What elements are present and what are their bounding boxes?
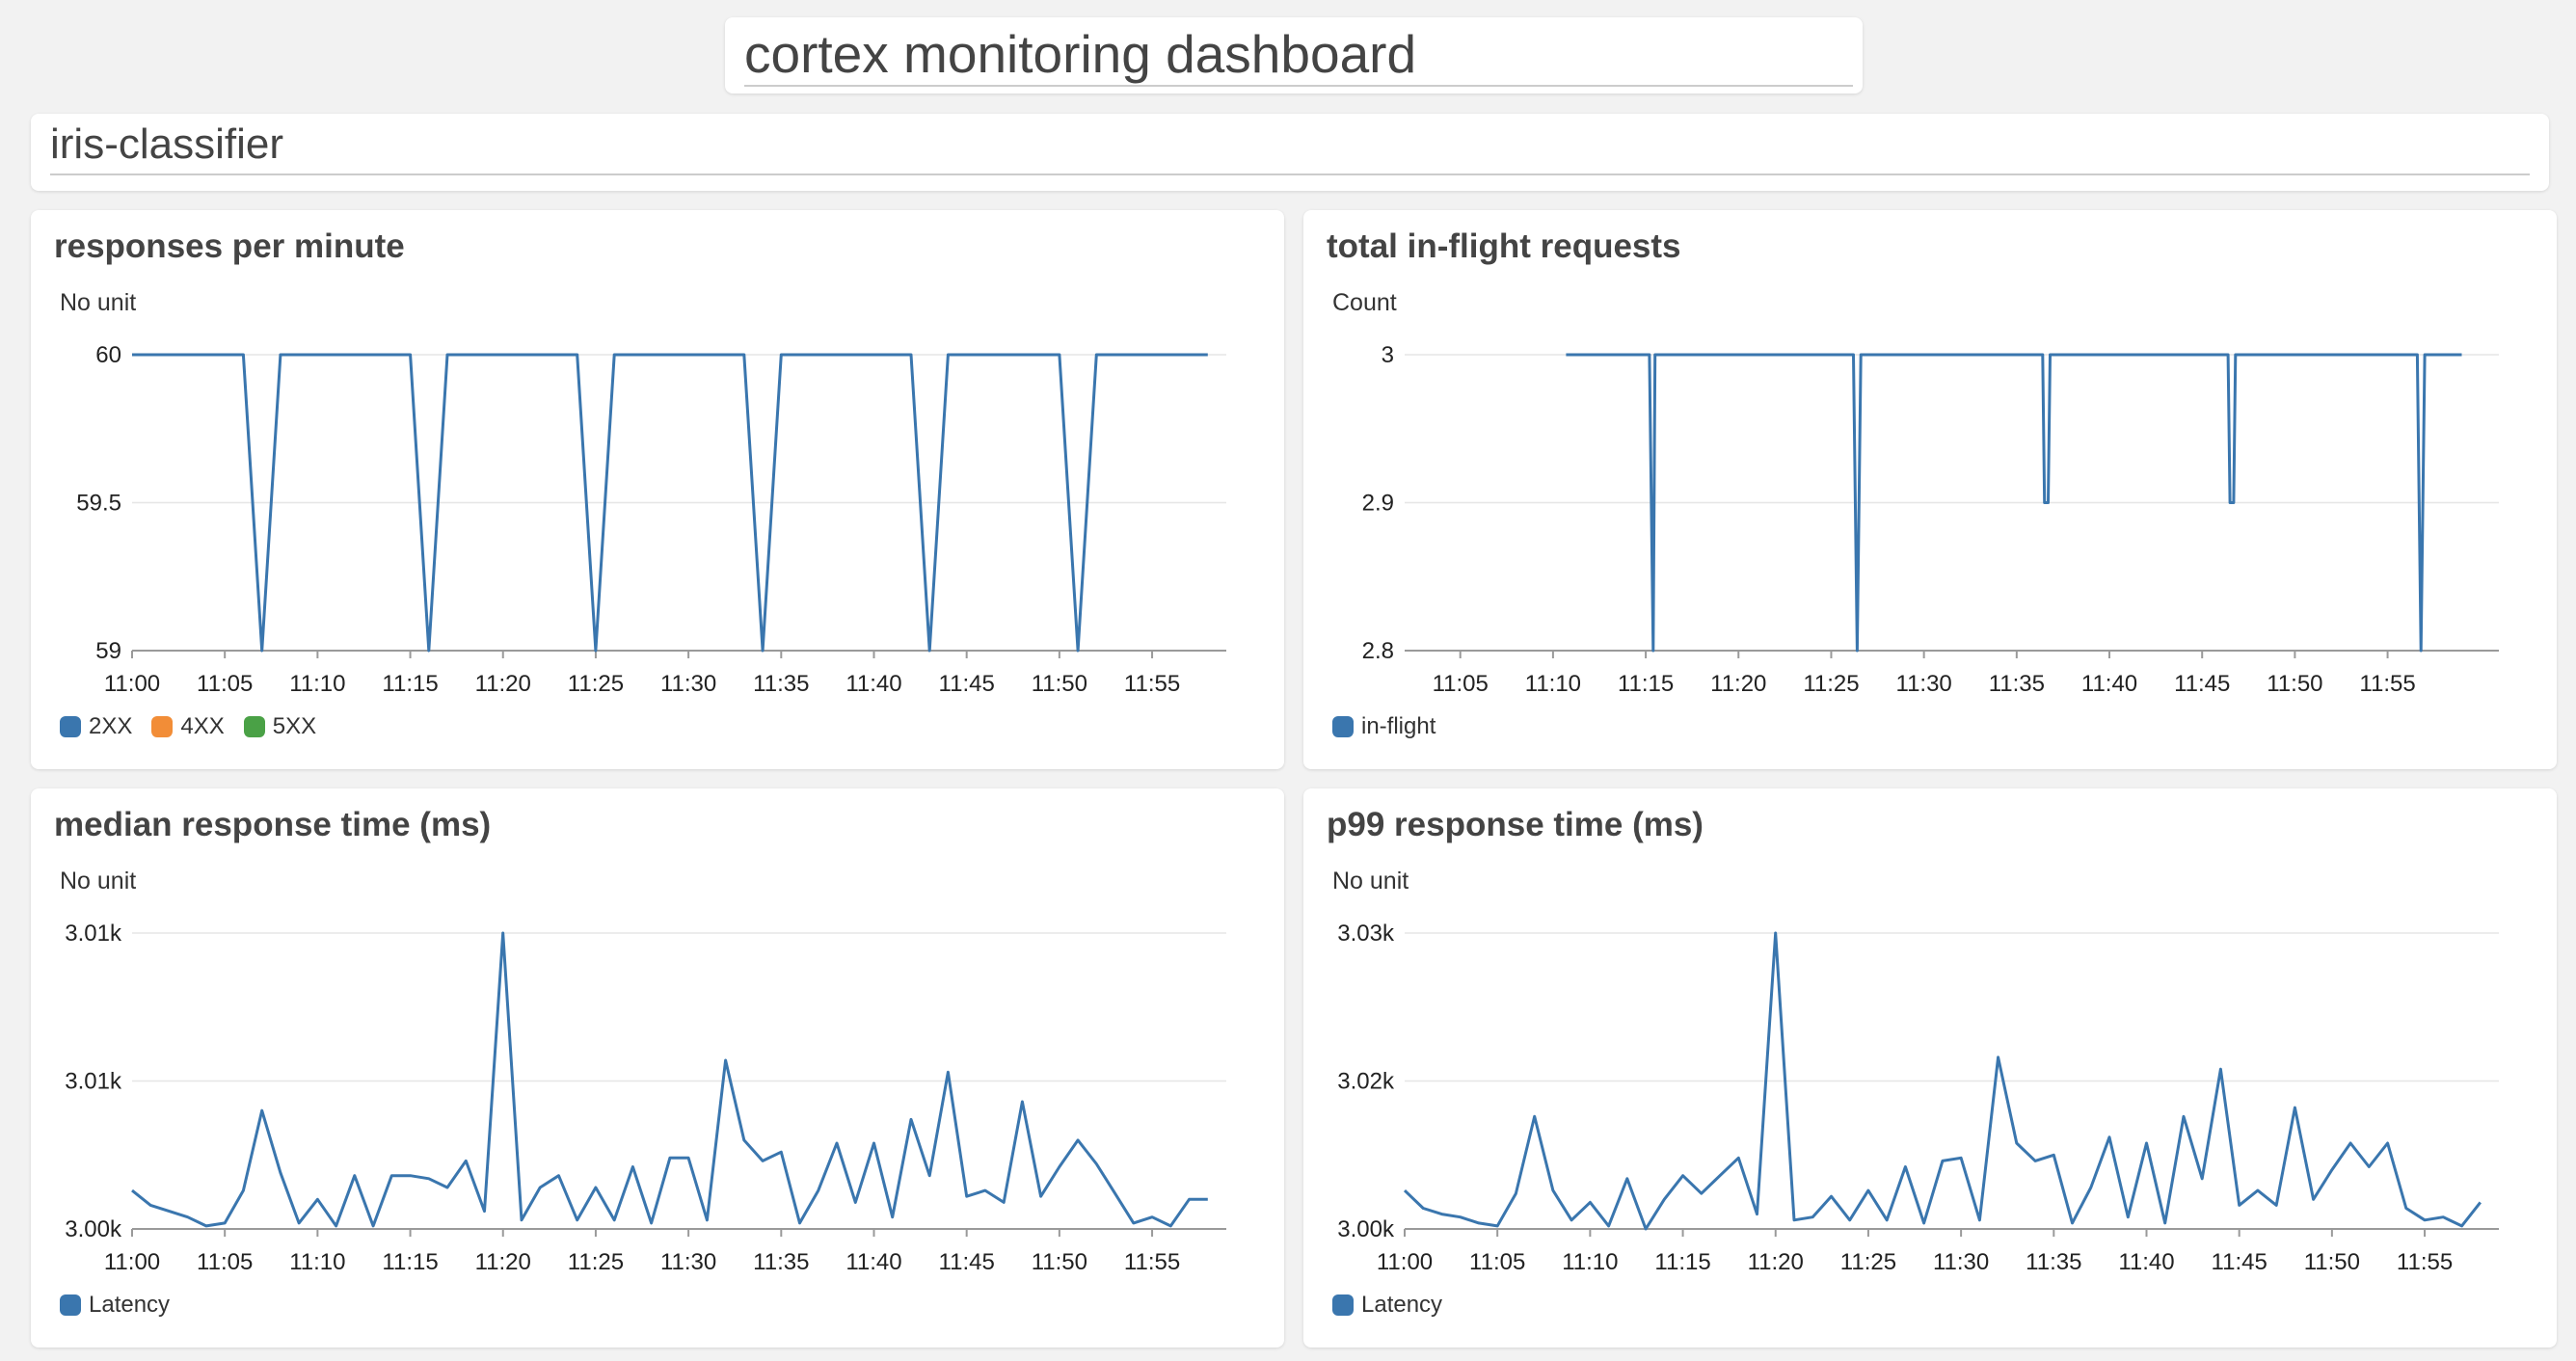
x-tick-label: 11:10 [289, 671, 345, 697]
x-tick-label: 11:40 [2118, 1249, 2174, 1275]
y-tick-label: 3.01k [65, 921, 122, 947]
x-tick-label: 11:00 [104, 671, 160, 697]
x-tick-label: 11:25 [568, 1249, 624, 1275]
x-tick-label: 11:10 [289, 1249, 345, 1275]
x-tick-label: 11:25 [1803, 671, 1859, 697]
x-tick-label: 11:15 [1654, 1249, 1710, 1275]
legend-label: 4XX [180, 713, 225, 739]
x-tick-label: 11:10 [1562, 1249, 1618, 1275]
x-tick-label: 11:20 [1710, 671, 1766, 697]
x-tick-label: 11:30 [660, 671, 716, 697]
x-tick-label: 11:40 [845, 671, 901, 697]
legend-item-5xx[interactable]: 5XX [243, 713, 317, 740]
x-tick-label: 11:05 [1433, 671, 1489, 697]
legend-label: 5XX [272, 713, 317, 739]
panel-responses-per-minute[interactable]: responses per minute No unit 59 59.5 60 11:… [31, 210, 1284, 769]
panel-median-response-time[interactable]: median response time (ms) No unit 3.00k 3… [31, 788, 1284, 1348]
x-tick-label: 11:40 [2081, 671, 2137, 697]
p99-response-time-chart[interactable]: 3.00k 3.02k 3.03k 11:00 11:05 11:10 11:15 11:20… [1303, 788, 2557, 1348]
x-tick-label: 11:50 [2304, 1249, 2360, 1275]
panel-total-in-flight-requests[interactable]: total in-flight requests Count 2.8 2.9 3 11… [1303, 210, 2557, 769]
in-flight-requests-chart[interactable]: 2.8 2.9 3 11:05 11:10 11:15 11:20 11:25 11:30 11:… [1303, 210, 2557, 769]
median-response-time-chart[interactable]: 3.00k 3.01k 3.01k 11:00 11:05 11:10 11:15 11:20… [31, 788, 1284, 1348]
x-tick-label: 11:15 [382, 1249, 438, 1275]
x-tick-label: 11:30 [660, 1249, 716, 1275]
legend-label: 2XX [89, 713, 133, 739]
x-tick-label: 11:05 [197, 1249, 253, 1275]
legend-item-latency[interactable]: Latency [60, 1292, 170, 1319]
legend-item-latency[interactable]: Latency [1332, 1292, 1442, 1319]
x-tick-label: 11:55 [1124, 671, 1180, 697]
x-tick-label: 11:15 [1618, 671, 1674, 697]
legend-swatch [151, 716, 174, 737]
y-tick-label: 3.03k [1337, 921, 1395, 947]
y-tick-label: 3.00k [1337, 1216, 1395, 1242]
x-tick-label: 11:35 [753, 671, 809, 697]
y-tick-label: 3.01k [65, 1069, 122, 1095]
x-tick-label: 11:55 [1124, 1249, 1180, 1275]
x-tick-label: 11:35 [753, 1249, 809, 1275]
section-title[interactable]: iris-classifier [50, 114, 2530, 175]
x-tick-label: 11:25 [568, 671, 624, 697]
x-tick-label: 11:10 [1525, 671, 1581, 697]
x-tick-label: 11:50 [1032, 1249, 1087, 1275]
x-tick-label: 11:20 [1748, 1249, 1804, 1275]
legend-swatch [243, 716, 265, 737]
y-tick-label: 59.5 [76, 491, 121, 517]
x-tick-label: 11:35 [1989, 671, 2045, 697]
legend: 2XX 4XX 5XX [60, 713, 316, 740]
y-tick-label: 60 [95, 342, 121, 368]
legend-swatch [60, 1294, 81, 1316]
legend-item-2xx[interactable]: 2XX [60, 713, 132, 740]
x-tick-label: 11:15 [382, 671, 438, 697]
responses-per-minute-chart[interactable]: 59 59.5 60 11:00 11:05 11:10 11:15 11:20 11:25 11… [31, 210, 1284, 769]
x-tick-label: 11:35 [2026, 1249, 2081, 1275]
y-tick-label: 3 [1382, 342, 1394, 368]
x-tick-label: 11:30 [1933, 1249, 1989, 1275]
x-tick-label: 11:45 [939, 1249, 995, 1275]
x-tick-label: 11:20 [475, 671, 531, 697]
legend-item-4xx[interactable]: 4XX [151, 713, 225, 740]
x-tick-label: 11:55 [2359, 671, 2415, 697]
legend-label: Latency [1361, 1292, 1443, 1318]
x-tick-label: 11:45 [2212, 1249, 2267, 1275]
legend: Latency [60, 1292, 170, 1319]
x-tick-label: 11:55 [2397, 1249, 2453, 1275]
panel-p99-response-time[interactable]: p99 response time (ms) No unit 3.00k 3.02… [1303, 788, 2557, 1348]
legend: in-flight [1332, 713, 1436, 740]
legend-swatch [1332, 716, 1354, 737]
y-tick-label: 2.8 [1362, 638, 1394, 664]
x-tick-label: 11:50 [2267, 671, 2322, 697]
x-tick-label: 11:30 [1896, 671, 1952, 697]
dashboard-title-box: cortex monitoring dashboard [725, 17, 1863, 93]
legend-label: Latency [89, 1292, 171, 1318]
dashboard-title[interactable]: cortex monitoring dashboard [744, 23, 1853, 87]
y-tick-label: 3.02k [1337, 1069, 1395, 1095]
section-header: iris-classifier [31, 114, 2549, 191]
x-tick-label: 11:25 [1840, 1249, 1896, 1275]
legend-item-in-flight[interactable]: in-flight [1332, 713, 1436, 740]
legend-swatch [1332, 1294, 1354, 1316]
legend: Latency [1332, 1292, 1442, 1319]
x-tick-label: 11:05 [1469, 1249, 1525, 1275]
y-tick-label: 59 [95, 638, 121, 664]
x-tick-label: 11:05 [197, 671, 253, 697]
x-tick-label: 11:45 [939, 671, 995, 697]
x-tick-label: 11:40 [845, 1249, 901, 1275]
x-tick-label: 11:50 [1032, 671, 1087, 697]
y-tick-label: 3.00k [65, 1216, 122, 1242]
x-tick-label: 11:20 [475, 1249, 531, 1275]
x-tick-label: 11:00 [1377, 1249, 1433, 1275]
series-line-latency [131, 931, 1208, 1228]
y-tick-label: 2.9 [1362, 491, 1394, 517]
x-tick-label: 11:00 [104, 1249, 160, 1275]
legend-swatch [60, 716, 81, 737]
x-tick-label: 11:45 [2174, 671, 2230, 697]
legend-label: in-flight [1361, 713, 1436, 739]
